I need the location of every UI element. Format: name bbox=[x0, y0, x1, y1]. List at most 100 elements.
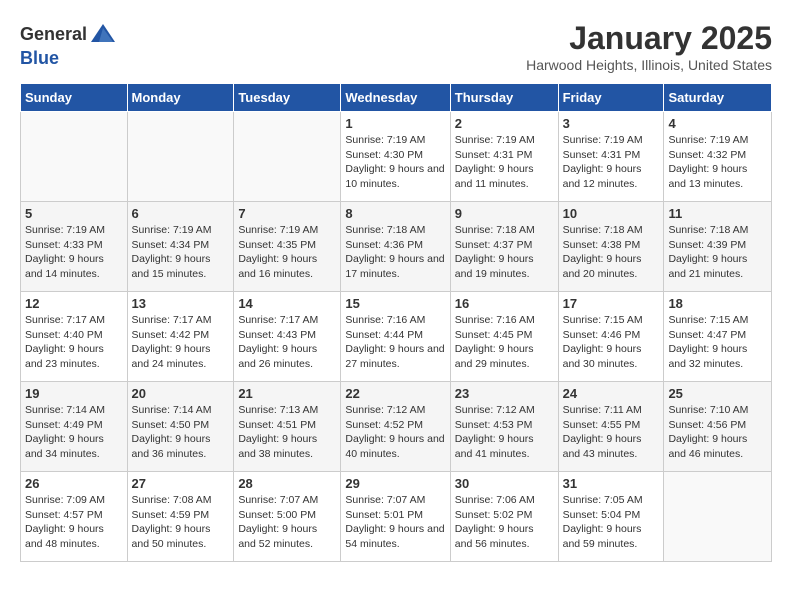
day-number: 2 bbox=[455, 116, 554, 131]
calendar-week-row: 5 Sunrise: 7:19 AM Sunset: 4:33 PM Daylig… bbox=[21, 202, 772, 292]
calendar-day-cell: 19 Sunrise: 7:14 AM Sunset: 4:49 PM Dayli… bbox=[21, 382, 128, 472]
day-info: Sunrise: 7:14 AM Sunset: 4:50 PM Dayligh… bbox=[132, 403, 230, 462]
day-number: 31 bbox=[563, 476, 660, 491]
day-number: 25 bbox=[668, 386, 767, 401]
calendar-day-cell: 8Sunrise: 7:18 AM Sunset: 4:36 PM Daylig… bbox=[341, 202, 450, 292]
day-of-week-header: Saturday bbox=[664, 84, 772, 112]
calendar-week-row: 26Sunrise: 7:09 AM Sunset: 4:57 PM Dayli… bbox=[21, 472, 772, 562]
location: Harwood Heights, Illinois, United States bbox=[526, 57, 772, 73]
day-info: Sunrise: 7:19 AM Sunset: 4:31 PM Dayligh… bbox=[455, 133, 554, 192]
calendar-day-cell: 10Sunrise: 7:18 AM Sunset: 4:38 PM Dayli… bbox=[558, 202, 664, 292]
day-number: 11 bbox=[668, 206, 767, 221]
day-number: 7 bbox=[238, 206, 336, 221]
logo-general-text: General bbox=[20, 24, 87, 45]
calendar-day-cell: 2 Sunrise: 7:19 AM Sunset: 4:31 PM Daylig… bbox=[450, 112, 558, 202]
logo: General Blue bbox=[20, 20, 117, 69]
calendar-day-cell: 16 Sunrise: 7:16 AM Sunset: 4:45 PM Dayli… bbox=[450, 292, 558, 382]
day-info: Sunrise: 7:19 AM Sunset: 4:33 PM Dayligh… bbox=[25, 223, 123, 282]
day-info: Sunrise: 7:13 AM Sunset: 4:51 PM Dayligh… bbox=[238, 403, 336, 462]
day-of-week-header: Wednesday bbox=[341, 84, 450, 112]
calendar-day-cell: 5 Sunrise: 7:19 AM Sunset: 4:33 PM Daylig… bbox=[21, 202, 128, 292]
day-info: Sunrise: 7:16 AM Sunset: 4:45 PM Dayligh… bbox=[455, 313, 554, 372]
calendar-day-cell: 12 Sunrise: 7:17 AM Sunset: 4:40 PM Dayli… bbox=[21, 292, 128, 382]
calendar-day-cell bbox=[664, 472, 772, 562]
calendar-day-cell bbox=[234, 112, 341, 202]
day-number: 30 bbox=[455, 476, 554, 491]
day-info: Sunrise: 7:12 AM Sunset: 4:52 PM Dayligh… bbox=[345, 403, 445, 462]
day-of-week-header: Tuesday bbox=[234, 84, 341, 112]
day-number: 22 bbox=[345, 386, 445, 401]
day-info: Sunrise: 7:18 AM Sunset: 4:37 PM Dayligh… bbox=[455, 223, 554, 282]
calendar-week-row: 1 Sunrise: 7:19 AM Sunset: 4:30 PM Daylig… bbox=[21, 112, 772, 202]
day-info: Sunrise: 7:14 AM Sunset: 4:49 PM Dayligh… bbox=[25, 403, 123, 462]
calendar-day-cell: 18Sunrise: 7:15 AM Sunset: 4:47 PM Dayli… bbox=[664, 292, 772, 382]
month-title: January 2025 bbox=[526, 20, 772, 57]
day-of-week-header: Monday bbox=[127, 84, 234, 112]
calendar-day-cell: 15 Sunrise: 7:16 AM Sunset: 4:44 PM Dayli… bbox=[341, 292, 450, 382]
calendar-day-cell: 6Sunrise: 7:19 AM Sunset: 4:34 PM Daylig… bbox=[127, 202, 234, 292]
day-info: Sunrise: 7:16 AM Sunset: 4:44 PM Dayligh… bbox=[345, 313, 445, 372]
calendar-day-cell: 23 Sunrise: 7:12 AM Sunset: 4:53 PM Dayli… bbox=[450, 382, 558, 472]
calendar-day-cell: 29Sunrise: 7:07 AM Sunset: 5:01 PM Dayli… bbox=[341, 472, 450, 562]
calendar-table: SundayMondayTuesdayWednesdayThursdayFrid… bbox=[20, 83, 772, 562]
calendar-day-cell: 22 Sunrise: 7:12 AM Sunset: 4:52 PM Dayli… bbox=[341, 382, 450, 472]
day-info: Sunrise: 7:05 AM Sunset: 5:04 PM Dayligh… bbox=[563, 493, 660, 552]
day-number: 19 bbox=[25, 386, 123, 401]
day-number: 5 bbox=[25, 206, 123, 221]
logo-blue-text: Blue bbox=[20, 48, 59, 69]
calendar-day-cell: 24 Sunrise: 7:11 AM Sunset: 4:55 PM Dayli… bbox=[558, 382, 664, 472]
day-info: Sunrise: 7:17 AM Sunset: 4:42 PM Dayligh… bbox=[132, 313, 230, 372]
day-info: Sunrise: 7:19 AM Sunset: 4:34 PM Dayligh… bbox=[132, 223, 230, 282]
day-number: 29 bbox=[345, 476, 445, 491]
day-info: Sunrise: 7:18 AM Sunset: 4:39 PM Dayligh… bbox=[668, 223, 767, 282]
day-number: 10 bbox=[563, 206, 660, 221]
day-info: Sunrise: 7:19 AM Sunset: 4:35 PM Dayligh… bbox=[238, 223, 336, 282]
logo-icon bbox=[89, 20, 117, 48]
calendar-day-cell: 14 Sunrise: 7:17 AM Sunset: 4:43 PM Dayli… bbox=[234, 292, 341, 382]
day-info: Sunrise: 7:15 AM Sunset: 4:46 PM Dayligh… bbox=[563, 313, 660, 372]
day-number: 18 bbox=[668, 296, 767, 311]
day-number: 20 bbox=[132, 386, 230, 401]
day-number: 16 bbox=[455, 296, 554, 311]
day-info: Sunrise: 7:11 AM Sunset: 4:55 PM Dayligh… bbox=[563, 403, 660, 462]
day-info: Sunrise: 7:19 AM Sunset: 4:32 PM Dayligh… bbox=[668, 133, 767, 192]
day-number: 13 bbox=[132, 296, 230, 311]
day-number: 1 bbox=[345, 116, 445, 131]
day-info: Sunrise: 7:07 AM Sunset: 5:00 PM Dayligh… bbox=[238, 493, 336, 552]
calendar-day-cell: 28 Sunrise: 7:07 AM Sunset: 5:00 PM Dayli… bbox=[234, 472, 341, 562]
day-number: 27 bbox=[132, 476, 230, 491]
day-number: 28 bbox=[238, 476, 336, 491]
day-number: 12 bbox=[25, 296, 123, 311]
day-number: 14 bbox=[238, 296, 336, 311]
day-of-week-header: Thursday bbox=[450, 84, 558, 112]
calendar-week-row: 12 Sunrise: 7:17 AM Sunset: 4:40 PM Dayli… bbox=[21, 292, 772, 382]
day-info: Sunrise: 7:10 AM Sunset: 4:56 PM Dayligh… bbox=[668, 403, 767, 462]
day-number: 17 bbox=[563, 296, 660, 311]
calendar-day-cell: 3Sunrise: 7:19 AM Sunset: 4:31 PM Daylig… bbox=[558, 112, 664, 202]
day-number: 4 bbox=[668, 116, 767, 131]
day-number: 23 bbox=[455, 386, 554, 401]
day-info: Sunrise: 7:19 AM Sunset: 4:30 PM Dayligh… bbox=[345, 133, 445, 192]
calendar-day-cell: 20 Sunrise: 7:14 AM Sunset: 4:50 PM Dayli… bbox=[127, 382, 234, 472]
calendar-day-cell: 26Sunrise: 7:09 AM Sunset: 4:57 PM Dayli… bbox=[21, 472, 128, 562]
day-info: Sunrise: 7:08 AM Sunset: 4:59 PM Dayligh… bbox=[132, 493, 230, 552]
calendar-day-cell: 25 Sunrise: 7:10 AM Sunset: 4:56 PM Dayli… bbox=[664, 382, 772, 472]
day-info: Sunrise: 7:19 AM Sunset: 4:31 PM Dayligh… bbox=[563, 133, 660, 192]
calendar-header-row: SundayMondayTuesdayWednesdayThursdayFrid… bbox=[21, 84, 772, 112]
day-number: 24 bbox=[563, 386, 660, 401]
calendar-day-cell: 30 Sunrise: 7:06 AM Sunset: 5:02 PM Dayli… bbox=[450, 472, 558, 562]
day-number: 15 bbox=[345, 296, 445, 311]
calendar-day-cell: 13 Sunrise: 7:17 AM Sunset: 4:42 PM Dayli… bbox=[127, 292, 234, 382]
calendar-day-cell: 31 Sunrise: 7:05 AM Sunset: 5:04 PM Dayli… bbox=[558, 472, 664, 562]
day-of-week-header: Sunday bbox=[21, 84, 128, 112]
day-info: Sunrise: 7:17 AM Sunset: 4:43 PM Dayligh… bbox=[238, 313, 336, 372]
calendar-day-cell: 17 Sunrise: 7:15 AM Sunset: 4:46 PM Dayli… bbox=[558, 292, 664, 382]
day-info: Sunrise: 7:17 AM Sunset: 4:40 PM Dayligh… bbox=[25, 313, 123, 372]
day-info: Sunrise: 7:06 AM Sunset: 5:02 PM Dayligh… bbox=[455, 493, 554, 552]
day-number: 8 bbox=[345, 206, 445, 221]
calendar-day-cell: 9Sunrise: 7:18 AM Sunset: 4:37 PM Daylig… bbox=[450, 202, 558, 292]
day-number: 21 bbox=[238, 386, 336, 401]
title-block: January 2025 Harwood Heights, Illinois, … bbox=[526, 20, 772, 73]
day-of-week-header: Friday bbox=[558, 84, 664, 112]
day-info: Sunrise: 7:12 AM Sunset: 4:53 PM Dayligh… bbox=[455, 403, 554, 462]
